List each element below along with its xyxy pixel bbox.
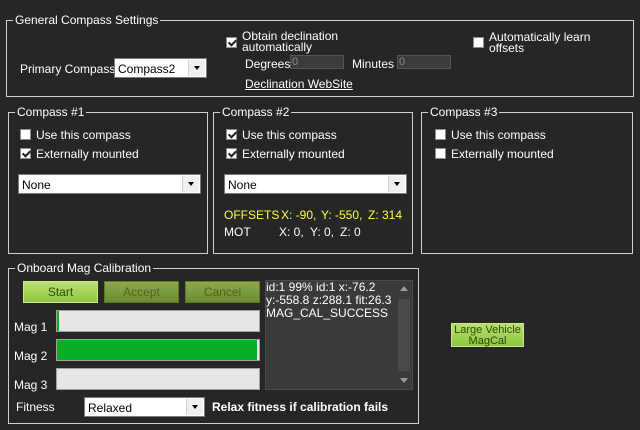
compass1-use-checkbox[interactable] [20, 129, 31, 140]
compass3-use-label: Use this compass [451, 128, 546, 142]
chevron-down-icon[interactable] [188, 60, 205, 76]
calibration-log-line: id:1 99% id:1 x:-76.2 y:-558.8 z:288.1 f… [266, 280, 392, 307]
log-scrollbar[interactable] [396, 281, 412, 389]
calibration-log-textbox[interactable]: id:1 99% id:1 x:-76.2 y:-558.8 z:288.1 f… [265, 280, 413, 390]
calibration-log-line: MAG_CAL_SUCCESS [266, 306, 389, 320]
scroll-up-arrow-icon[interactable] [396, 281, 412, 297]
compass2-mot-y: Y: 0, [310, 225, 335, 239]
compass1-ext-checkbox[interactable] [20, 148, 31, 159]
mag1-label: Mag 1 [14, 320, 48, 334]
compass2-use-checkbox[interactable] [226, 129, 237, 140]
minutes-input[interactable]: 0 [397, 55, 451, 69]
compass3-ext-checkbox[interactable] [435, 148, 446, 159]
compass2-ext-checkbox[interactable] [226, 148, 237, 159]
general-settings-legend: General Compass Settings [13, 13, 161, 27]
compass2-offsets-label: OFFSETS [224, 208, 280, 222]
chevron-down-icon[interactable] [388, 176, 405, 192]
degrees-label: Degrees [245, 57, 291, 71]
declination-website-link[interactable]: Declination WebSite [245, 77, 353, 91]
compass2-use-label: Use this compass [242, 128, 337, 142]
large-vehicle-magcal-button[interactable]: Large Vehicle MagCal [451, 323, 524, 347]
compass2-offsets-y: Y: -550, [321, 208, 363, 222]
compass2-orientation-select[interactable]: None [224, 174, 407, 194]
compass2-offsets-z: Z: 314 [368, 208, 403, 222]
primary-compass-select[interactable]: Compass2 [114, 58, 207, 78]
accept-button[interactable]: Accept [104, 281, 179, 303]
start-button[interactable]: Start [23, 281, 98, 303]
mag3-label: Mag 3 [14, 378, 48, 392]
cancel-button[interactable]: Cancel [185, 281, 260, 303]
auto-learn-offsets-checkbox[interactable] [473, 37, 484, 48]
mag2-progress-bar [56, 339, 260, 361]
minutes-label: Minutes [352, 57, 395, 71]
compass3-legend: Compass #3 [428, 105, 500, 119]
degrees-input[interactable]: 0 [290, 55, 344, 69]
primary-compass-label: Primary Compass: [20, 62, 119, 76]
mag1-progress-bar [56, 310, 260, 332]
compass1-use-label: Use this compass [36, 128, 131, 142]
compass2-mot-x: X: 0, [279, 225, 304, 239]
compass1-ext-label: Externally mounted [36, 147, 139, 161]
compass3-ext-label: Externally mounted [451, 147, 554, 161]
large-vehicle-line2: MagCal [468, 335, 507, 347]
scroll-down-arrow-icon[interactable] [396, 373, 412, 389]
compass2-offsets-x: X: -90, [281, 208, 317, 222]
obtain-declination-label-line2: automatically [242, 40, 313, 54]
primary-compass-value: Compass2 [118, 62, 176, 76]
fitness-value: Relaxed [88, 401, 133, 415]
mag2-progress-fill [57, 340, 257, 360]
mag2-label: Mag 2 [14, 349, 48, 363]
obtain-declination-checkbox[interactable] [226, 37, 237, 48]
compass2-orientation-value: None [228, 178, 257, 192]
chevron-down-icon[interactable] [182, 176, 199, 192]
compass2-mot-label: MOT [224, 225, 251, 239]
compass3-use-checkbox[interactable] [435, 129, 446, 140]
fitness-select[interactable]: Relaxed [84, 397, 205, 417]
calibration-log-text: id:1 99% id:1 x:-76.2 y:-558.8 z:288.1 f… [266, 281, 398, 320]
onboard-legend: Onboard Mag Calibration [15, 261, 154, 275]
compass2-legend: Compass #2 [220, 105, 292, 119]
fitness-label: Fitness [16, 400, 55, 414]
compass2-ext-label: Externally mounted [242, 147, 345, 161]
compass1-orientation-select[interactable]: None [18, 174, 201, 194]
mag1-progress-fill [57, 311, 60, 331]
scrollbar-track[interactable] [398, 299, 410, 371]
chevron-down-icon[interactable] [186, 399, 203, 415]
compass2-mot-z: Z: 0 [340, 225, 361, 239]
mag3-progress-bar [56, 368, 260, 390]
relax-fitness-note: Relax fitness if calibration fails [212, 400, 389, 414]
auto-learn-offsets-label-line2: offsets [489, 41, 525, 55]
compass1-legend: Compass #1 [15, 105, 87, 119]
compass1-orientation-value: None [22, 178, 51, 192]
